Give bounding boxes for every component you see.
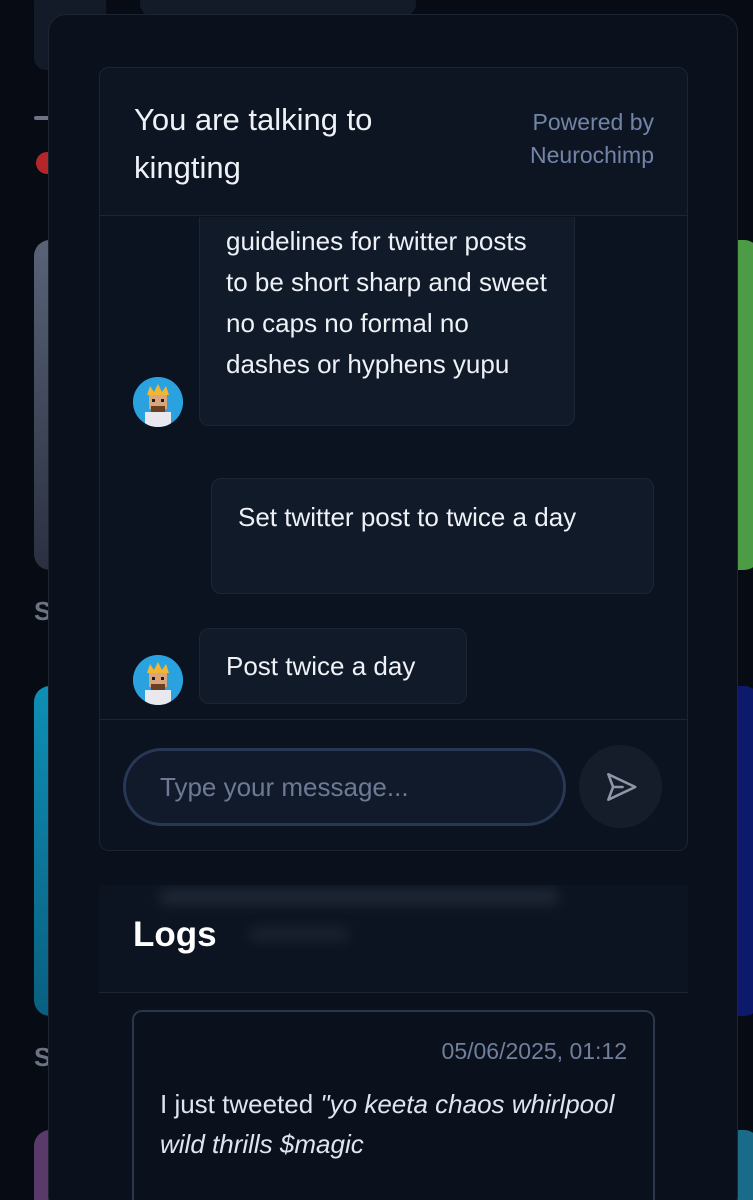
message-text: guidelines for twitter posts to be short… (226, 226, 547, 379)
message-text: Set twitter post to twice a day (238, 502, 577, 532)
chat-panel: You are talking to kingting Powered by N… (99, 67, 688, 851)
powered-by-label: Powered by Neurochimp (530, 109, 654, 168)
agent-avatar (133, 377, 183, 427)
agent-modal: You are talking to kingting Powered by N… (48, 14, 738, 1200)
message-input[interactable] (123, 748, 566, 826)
chat-header: You are talking to kingting Powered by N… (100, 68, 687, 216)
agent-message: guidelines for twitter posts to be short… (199, 217, 575, 426)
log-text: I just tweeted "yo keeta chaos whirlpool… (160, 1084, 630, 1164)
logs-title: Logs (133, 915, 217, 954)
blurred-text (159, 889, 559, 905)
app-root: S S You are talking to kingting Powered … (0, 0, 753, 1200)
send-icon (606, 772, 637, 801)
log-timestamp: 05/06/2025, 01:12 (441, 1038, 627, 1064)
log-entry: 05/06/2025, 01:12 I just tweeted "yo kee… (132, 1010, 655, 1200)
logs-header: Logs (99, 885, 688, 993)
agent-avatar (133, 655, 183, 705)
message-text: Post twice a day (226, 651, 416, 681)
send-button[interactable] (579, 745, 662, 828)
king-avatar-icon (133, 655, 183, 705)
message-list[interactable]: guidelines for twitter posts to be short… (100, 217, 687, 719)
agent-message: Post twice a day (199, 628, 467, 704)
blurred-text (249, 927, 349, 941)
user-message: Set twitter post to twice a day (211, 478, 654, 594)
chat-title: You are talking to kingting (134, 102, 373, 185)
log-prefix: I just tweeted (160, 1089, 321, 1119)
king-avatar-icon (133, 377, 183, 427)
message-composer (100, 719, 687, 850)
